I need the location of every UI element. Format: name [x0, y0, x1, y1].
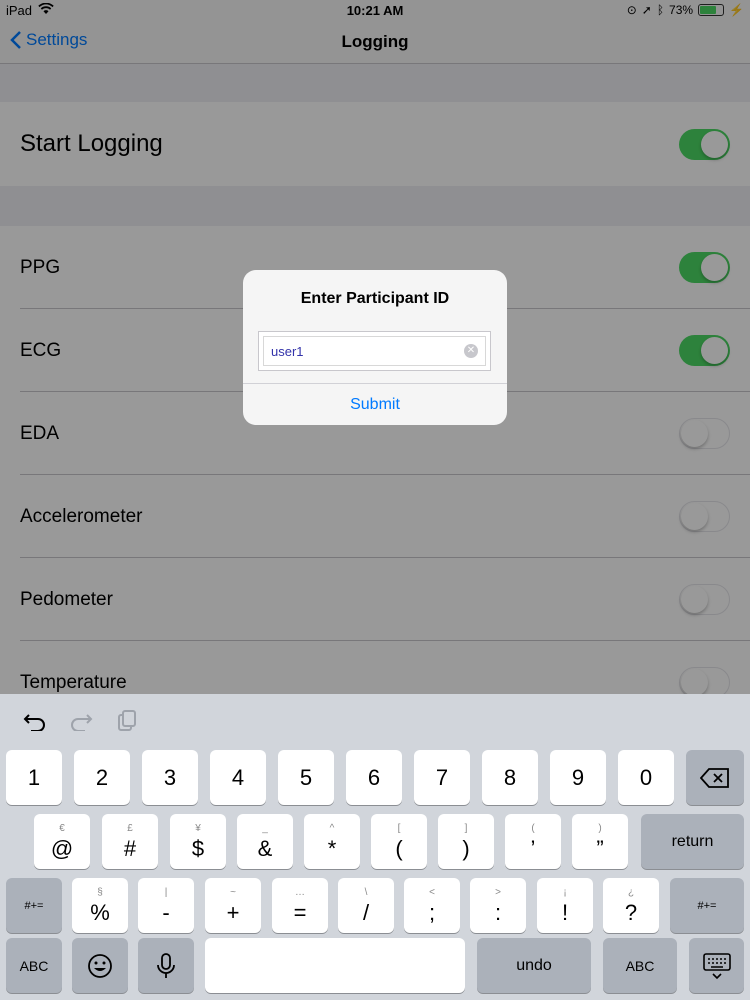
key-equals[interactable]: … = [272, 878, 328, 933]
key-ampersand[interactable]: _ & [237, 814, 293, 869]
key-colon[interactable]: >: [470, 878, 526, 933]
shortcut-bar [0, 694, 750, 748]
key-asterisk[interactable]: ^ * [304, 814, 360, 869]
key-0[interactable]: 0 [618, 750, 674, 805]
key-9[interactable]: 9 [550, 750, 606, 805]
dismiss-keyboard-key[interactable] [689, 938, 744, 993]
paste-icon[interactable] [114, 708, 140, 734]
space-key[interactable] [205, 938, 465, 993]
key-4[interactable]: 4 [210, 750, 266, 805]
undo-key[interactable]: undo [477, 938, 591, 993]
participant-id-input[interactable] [271, 343, 451, 359]
key-question[interactable]: ¿? [603, 878, 659, 933]
microphone-icon [157, 952, 175, 978]
delete-key[interactable] [686, 750, 744, 805]
abc-key-left[interactable]: ABC [6, 938, 62, 993]
undo-icon[interactable] [22, 708, 48, 734]
participant-id-field: ✕ [258, 331, 491, 371]
alert-title: Enter Participant ID [300, 290, 450, 307]
key-exclamation[interactable]: ¡! [537, 878, 593, 933]
keyboard-dismiss-icon [702, 952, 731, 979]
key-minus[interactable]: | - [138, 878, 194, 933]
key-semicolon[interactable]: <; [404, 878, 460, 933]
redo-icon[interactable] [68, 708, 94, 734]
emoji-icon [88, 953, 112, 978]
key-7[interactable]: 7 [414, 750, 470, 805]
key-plus[interactable]: ~ + [205, 878, 261, 933]
key-close-paren[interactable]: ]) [438, 814, 494, 869]
symbols-key-right[interactable]: #+= [670, 878, 744, 933]
clear-text-icon[interactable]: ✕ [464, 344, 478, 358]
key-dollar[interactable]: ¥ $ [170, 814, 226, 869]
key-2[interactable]: 2 [74, 750, 130, 805]
key-open-paren[interactable]: [( [371, 814, 427, 869]
return-key[interactable]: return [641, 814, 744, 869]
emoji-key[interactable] [72, 938, 128, 993]
key-quote[interactable]: )” [572, 814, 628, 869]
participant-id-alert: Enter Participant ID ✕ Submit [243, 270, 507, 425]
key-percent[interactable]: §% [72, 878, 128, 933]
abc-key-right[interactable]: ABC [603, 938, 677, 993]
key-5[interactable]: 5 [278, 750, 334, 805]
submit-button[interactable]: Submit [243, 384, 507, 425]
key-6[interactable]: 6 [346, 750, 402, 805]
key-apostrophe[interactable]: (’ [505, 814, 561, 869]
key-hash[interactable]: £ # [102, 814, 158, 869]
key-8[interactable]: 8 [482, 750, 538, 805]
symbols-key-left[interactable]: #+= [6, 878, 62, 933]
dictation-key[interactable] [138, 938, 194, 993]
keyboard: 1 2 3 4 5 6 7 8 9 0 € @ £ # ¥ $ _ & ^ * [( ])… [0, 694, 750, 1000]
key-at[interactable]: € @ [34, 814, 90, 869]
key-3[interactable]: 3 [142, 750, 198, 805]
key-1[interactable]: 1 [6, 750, 62, 805]
backspace-icon [700, 767, 729, 788]
key-slash[interactable]: \ / [338, 878, 394, 933]
